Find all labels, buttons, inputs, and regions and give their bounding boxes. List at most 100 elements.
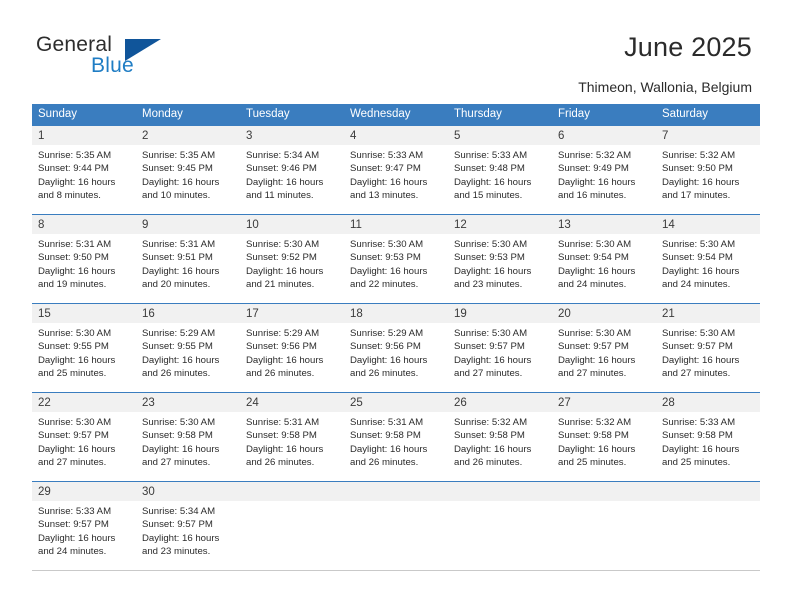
weekday-wednesday: Wednesday [350, 108, 411, 120]
day-number[interactable]: 26 [448, 393, 552, 412]
day-cell[interactable]: Sunrise: 5:33 AM Sunset: 9:47 PM Dayligh… [344, 145, 448, 214]
daylight-text-line2: and 21 minutes. [246, 279, 315, 291]
calendar-week-row: 22 23 24 25 26 27 28 Sunrise: 5:30 AM Su… [32, 392, 760, 481]
day-number[interactable]: 3 [240, 126, 344, 145]
day-cell[interactable]: Sunrise: 5:31 AM Sunset: 9:58 PM Dayligh… [344, 412, 448, 481]
sunset-text: Sunset: 9:58 PM [662, 430, 733, 442]
day-cell-empty [656, 501, 760, 570]
day-number[interactable]: 8 [32, 215, 136, 234]
day-number[interactable]: 25 [344, 393, 448, 412]
day-cell[interactable]: Sunrise: 5:30 AM Sunset: 9:53 PM Dayligh… [448, 234, 552, 303]
sunrise-text: Sunrise: 5:33 AM [350, 150, 424, 161]
day-number[interactable]: 10 [240, 215, 344, 234]
day-cell[interactable]: Sunrise: 5:30 AM Sunset: 9:58 PM Dayligh… [136, 412, 240, 481]
day-cell[interactable]: Sunrise: 5:30 AM Sunset: 9:57 PM Dayligh… [656, 323, 760, 392]
sunrise-text: Sunrise: 5:30 AM [662, 328, 736, 339]
day-number[interactable]: 28 [656, 393, 760, 412]
day-number[interactable]: 23 [136, 393, 240, 412]
day-cell[interactable]: Sunrise: 5:30 AM Sunset: 9:57 PM Dayligh… [448, 323, 552, 392]
sunset-text: Sunset: 9:46 PM [246, 163, 317, 175]
day-cell[interactable]: Sunrise: 5:34 AM Sunset: 9:46 PM Dayligh… [240, 145, 344, 214]
day-cell[interactable]: Sunrise: 5:30 AM Sunset: 9:55 PM Dayligh… [32, 323, 136, 392]
day-cell[interactable]: Sunrise: 5:30 AM Sunset: 9:54 PM Dayligh… [552, 234, 656, 303]
day-cell[interactable]: Sunrise: 5:35 AM Sunset: 9:44 PM Dayligh… [32, 145, 136, 214]
day-number[interactable]: 30 [136, 482, 240, 501]
day-cell[interactable]: Sunrise: 5:32 AM Sunset: 9:58 PM Dayligh… [552, 412, 656, 481]
page-header: General Blue June 2025 Thimeon, Wallonia… [0, 0, 792, 100]
daylight-text-line1: Daylight: 16 hours [246, 176, 324, 188]
day-cell[interactable]: Sunrise: 5:35 AM Sunset: 9:45 PM Dayligh… [136, 145, 240, 214]
sunrise-text: Sunrise: 5:34 AM [142, 506, 216, 517]
day-cell[interactable]: Sunrise: 5:32 AM Sunset: 9:58 PM Dayligh… [448, 412, 552, 481]
daylight-text-line2: and 17 minutes. [662, 190, 731, 202]
day-number[interactable]: 13 [552, 215, 656, 234]
daylight-text-line2: and 26 minutes. [142, 368, 211, 380]
daylight-text-line2: and 27 minutes. [38, 457, 107, 469]
sunset-text: Sunset: 9:55 PM [142, 341, 213, 353]
day-cell[interactable]: Sunrise: 5:30 AM Sunset: 9:53 PM Dayligh… [344, 234, 448, 303]
day-number[interactable]: 11 [344, 215, 448, 234]
daylight-text-line2: and 26 minutes. [246, 368, 315, 380]
daylight-text-line2: and 26 minutes. [246, 457, 315, 469]
day-number[interactable]: 1 [32, 126, 136, 145]
sunset-text: Sunset: 9:47 PM [350, 163, 421, 175]
day-number[interactable]: 5 [448, 126, 552, 145]
day-cell[interactable]: Sunrise: 5:31 AM Sunset: 9:50 PM Dayligh… [32, 234, 136, 303]
day-cell[interactable]: Sunrise: 5:30 AM Sunset: 9:57 PM Dayligh… [32, 412, 136, 481]
calendar-week-row: 29 30 Sunrise: 5:33 AM Sunset: 9:57 PM D… [32, 481, 760, 570]
day-number[interactable]: 2 [136, 126, 240, 145]
day-number[interactable]: 16 [136, 304, 240, 323]
day-cell[interactable]: Sunrise: 5:30 AM Sunset: 9:54 PM Dayligh… [656, 234, 760, 303]
weekday-monday: Monday [142, 108, 183, 120]
sunrise-text: Sunrise: 5:30 AM [38, 328, 112, 339]
weekday-thursday: Thursday [454, 108, 502, 120]
daylight-text-line2: and 24 minutes. [558, 279, 627, 291]
day-number[interactable]: 20 [552, 304, 656, 323]
sunrise-text: Sunrise: 5:31 AM [350, 417, 424, 428]
brand-logo[interactable]: General Blue [36, 33, 236, 83]
daylight-text-line1: Daylight: 16 hours [662, 265, 740, 277]
day-cell[interactable]: Sunrise: 5:30 AM Sunset: 9:57 PM Dayligh… [552, 323, 656, 392]
sunset-text: Sunset: 9:58 PM [454, 430, 525, 442]
day-number[interactable]: 4 [344, 126, 448, 145]
daylight-text-line2: and 23 minutes. [142, 546, 211, 558]
daylight-text-line1: Daylight: 16 hours [662, 354, 740, 366]
sunrise-text: Sunrise: 5:35 AM [38, 150, 112, 161]
day-number[interactable]: 7 [656, 126, 760, 145]
day-cell[interactable]: Sunrise: 5:29 AM Sunset: 9:56 PM Dayligh… [344, 323, 448, 392]
day-number[interactable]: 15 [32, 304, 136, 323]
day-cell[interactable]: Sunrise: 5:33 AM Sunset: 9:58 PM Dayligh… [656, 412, 760, 481]
day-cell[interactable]: Sunrise: 5:34 AM Sunset: 9:57 PM Dayligh… [136, 501, 240, 570]
day-cell[interactable]: Sunrise: 5:31 AM Sunset: 9:58 PM Dayligh… [240, 412, 344, 481]
day-number[interactable]: 22 [32, 393, 136, 412]
sunrise-text: Sunrise: 5:31 AM [38, 239, 112, 250]
day-cell[interactable]: Sunrise: 5:30 AM Sunset: 9:52 PM Dayligh… [240, 234, 344, 303]
daylight-text-line1: Daylight: 16 hours [38, 443, 116, 455]
day-number[interactable]: 24 [240, 393, 344, 412]
day-cell[interactable]: Sunrise: 5:31 AM Sunset: 9:51 PM Dayligh… [136, 234, 240, 303]
day-number[interactable]: 19 [448, 304, 552, 323]
daylight-text-line2: and 15 minutes. [454, 190, 523, 202]
day-number[interactable]: 21 [656, 304, 760, 323]
sunset-text: Sunset: 9:58 PM [142, 430, 213, 442]
sunset-text: Sunset: 9:57 PM [558, 341, 629, 353]
day-cell-empty [448, 501, 552, 570]
day-cell[interactable]: Sunrise: 5:32 AM Sunset: 9:50 PM Dayligh… [656, 145, 760, 214]
day-cell[interactable]: Sunrise: 5:32 AM Sunset: 9:49 PM Dayligh… [552, 145, 656, 214]
day-number[interactable]: 29 [32, 482, 136, 501]
day-cell[interactable]: Sunrise: 5:33 AM Sunset: 9:57 PM Dayligh… [32, 501, 136, 570]
sunrise-text: Sunrise: 5:29 AM [246, 328, 320, 339]
day-number[interactable]: 12 [448, 215, 552, 234]
day-number[interactable]: 27 [552, 393, 656, 412]
day-number[interactable]: 14 [656, 215, 760, 234]
daylight-text-line1: Daylight: 16 hours [38, 532, 116, 544]
sunrise-text: Sunrise: 5:30 AM [246, 239, 320, 250]
day-number[interactable]: 9 [136, 215, 240, 234]
day-cell[interactable]: Sunrise: 5:33 AM Sunset: 9:48 PM Dayligh… [448, 145, 552, 214]
day-cell[interactable]: Sunrise: 5:29 AM Sunset: 9:55 PM Dayligh… [136, 323, 240, 392]
day-number[interactable]: 18 [344, 304, 448, 323]
day-number[interactable]: 6 [552, 126, 656, 145]
day-number[interactable]: 17 [240, 304, 344, 323]
day-cell[interactable]: Sunrise: 5:29 AM Sunset: 9:56 PM Dayligh… [240, 323, 344, 392]
location-subtitle: Thimeon, Wallonia, Belgium [578, 79, 752, 95]
